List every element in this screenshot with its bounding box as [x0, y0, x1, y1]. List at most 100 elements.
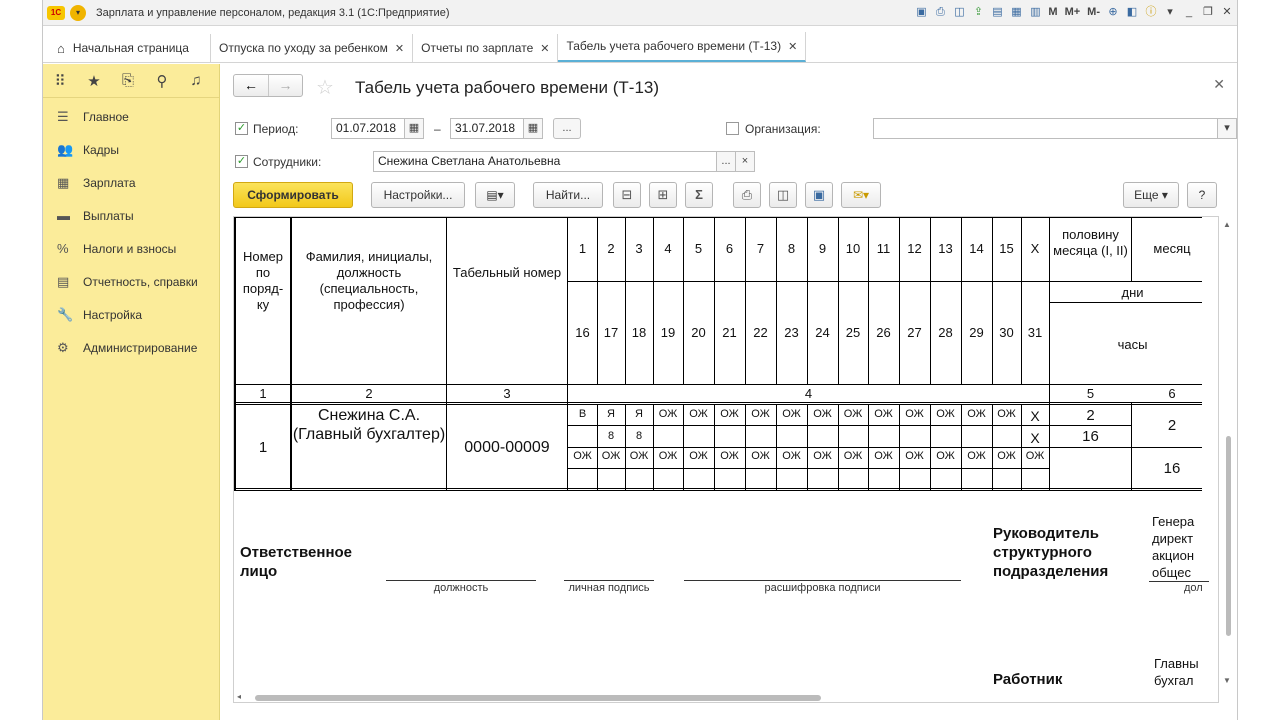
tab-timesheet[interactable]: Табель учета рабочего времени (Т-13) ✕ [558, 32, 807, 62]
sidebar-item-payments[interactable]: ▬ Выплаты [43, 199, 219, 232]
generate-button[interactable]: Сформировать [233, 182, 353, 208]
settings-button[interactable]: Настройки... [371, 182, 465, 208]
sidebar-item-taxes[interactable]: % Налоги и взносы [43, 232, 219, 265]
period-checkbox[interactable]: ✓ [235, 122, 248, 135]
people-icon: 👥 [57, 141, 74, 157]
print-icon[interactable]: ⎙ [733, 182, 761, 208]
favorites-star-icon[interactable]: ★ [77, 72, 111, 90]
day-header: 3 [635, 241, 643, 256]
save-icon[interactable]: ▣ [805, 182, 833, 208]
minimize-icon[interactable]: _ [1181, 4, 1197, 20]
period-to-field[interactable]: 31.07.2018 [450, 118, 524, 139]
print-icon[interactable]: ⎙ [932, 4, 948, 20]
reports-icon: ▤ [57, 273, 70, 289]
sidebar-item-salary[interactable]: ▦ Зарплата [43, 166, 219, 199]
horizontal-scrollbar[interactable]: ◂ [233, 692, 1219, 704]
table-icon[interactable]: ▥ [1027, 4, 1043, 20]
collapse-icon[interactable]: ⊟ [613, 182, 641, 208]
timesheet-mark: ОЖ [813, 408, 832, 420]
search-icon[interactable]: ⚲ [145, 72, 179, 90]
employee-tab-number: 0000-00009 [464, 439, 550, 456]
period-from-field[interactable]: 01.07.2018 [331, 118, 405, 139]
period-dash: – [434, 122, 441, 136]
day-header: 5 [694, 241, 703, 256]
timesheet-mark: ОЖ [905, 408, 924, 420]
clear-icon[interactable]: ✕ [1236, 118, 1237, 139]
period-select-button[interactable]: ... [553, 118, 581, 139]
title-bar: 1С ▾ Зарплата и управление персоналом, р… [43, 0, 1237, 26]
timesheet-mark: ОЖ [967, 450, 986, 462]
close-icon[interactable]: ✕ [1219, 4, 1235, 20]
bell-icon[interactable]: ♫ [179, 72, 213, 89]
preview-icon[interactable]: ◫ [951, 4, 967, 20]
restore-icon[interactable]: ❐ [1200, 4, 1216, 20]
timesheet-mark: ОЖ [782, 450, 801, 462]
report-sheet[interactable]: Номер по поряд- ку Фамилия, инициалы, до… [233, 216, 1219, 703]
apps-grid-icon[interactable]: ⠿ [43, 72, 77, 90]
preview-icon[interactable]: ◫ [769, 182, 797, 208]
info-icon[interactable]: ⓘ [1143, 4, 1159, 20]
more-button[interactable]: ... [716, 151, 736, 172]
close-tab-icon[interactable]: ✕ [395, 42, 404, 55]
memory-minus-icon[interactable]: M- [1085, 4, 1102, 20]
timesheet-mark: ОЖ [601, 450, 621, 462]
employee-name: Снежина С.А. (Главный бухгалтер) [292, 407, 446, 443]
back-icon[interactable]: ← [234, 75, 268, 96]
scroll-up-icon[interactable]: ▲ [1223, 220, 1231, 229]
sidebar-item-settings[interactable]: 🔧 Настройка [43, 298, 219, 331]
day-header: X [1030, 241, 1040, 256]
main-menu-icon[interactable]: ▾ [70, 4, 86, 21]
panel-icon[interactable]: ◧ [1124, 4, 1140, 20]
save-icon[interactable]: ▣ [913, 4, 929, 20]
day-header: 9 [818, 241, 827, 256]
email-dropdown-icon[interactable]: ✉▾ [841, 182, 881, 208]
tab-label: Отчеты по зарплате [421, 41, 534, 55]
upload-icon[interactable]: ⇪ [970, 4, 986, 20]
app-window: 1С ▾ Зарплата и управление персоналом, р… [42, 0, 1238, 720]
employees-checkbox[interactable]: ✓ [235, 155, 248, 168]
organization-field[interactable] [873, 118, 1219, 139]
close-form-icon[interactable]: ✕ [1213, 76, 1225, 93]
sidebar-item-admin[interactable]: ⚙ Администрирование [43, 331, 219, 364]
close-tab-icon[interactable]: ✕ [788, 40, 797, 53]
more-dropdown-button[interactable]: Еще ▾ [1123, 182, 1179, 208]
favorite-star-icon[interactable]: ☆ [316, 75, 334, 100]
sidebar-item-reports[interactable]: ▤ Отчетность, справки [43, 265, 219, 298]
zoom-icon[interactable]: ⊕ [1105, 4, 1121, 20]
help-button[interactable]: ? [1187, 182, 1217, 208]
sidebar-item-main[interactable]: ☰ Главное [43, 100, 219, 133]
sidebar-item-label: Главное [83, 109, 129, 124]
day-header: 28 [938, 325, 953, 340]
tab-home[interactable]: ⌂ Начальная страница [43, 34, 211, 62]
calendar-icon[interactable]: ▦ [1008, 4, 1024, 20]
organization-checkbox[interactable] [726, 122, 739, 135]
forward-icon[interactable]: → [268, 75, 302, 96]
scroll-down-icon[interactable]: ▼ [1223, 676, 1231, 685]
tab-childcare-leave[interactable]: Отпуска по уходу за ребенком ✕ [211, 34, 414, 62]
menu-down-icon[interactable]: ▾ [1162, 4, 1178, 20]
variants-dropdown-icon[interactable]: ▤▾ [475, 182, 515, 208]
head-position-text: Генера директ акцион общес [1152, 514, 1195, 580]
calendar-icon[interactable]: ▦ [404, 118, 424, 139]
attach-icon[interactable]: ▤ [989, 4, 1005, 20]
find-button[interactable]: Найти... [533, 182, 603, 208]
position-caption: должность [433, 582, 489, 594]
calendar-icon[interactable]: ▦ [523, 118, 543, 139]
scroll-left-icon[interactable]: ◂ [237, 692, 241, 701]
tab-salary-reports[interactable]: Отчеты по зарплате ✕ [413, 34, 559, 62]
history-icon[interactable]: ⎘ [111, 72, 145, 89]
memory-plus-icon[interactable]: M+ [1063, 4, 1083, 20]
timesheet-mark: ОЖ [689, 450, 708, 462]
employees-field[interactable]: Снежина Светлана Анатольевна [373, 151, 717, 172]
expand-icon[interactable]: ⊞ [649, 182, 677, 208]
clear-icon[interactable]: × [735, 151, 755, 172]
sum-button[interactable]: Σ [685, 182, 713, 208]
sidebar-item-hr[interactable]: 👥 Кадры [43, 133, 219, 166]
dropdown-icon[interactable]: ▾ [1217, 118, 1237, 139]
timesheet-mark: ОЖ [658, 450, 678, 462]
memory-icon[interactable]: M [1046, 4, 1059, 20]
vertical-scrollbar[interactable]: ▲ ▼ [1221, 216, 1235, 703]
header-month: месяц [1153, 241, 1191, 256]
close-tab-icon[interactable]: ✕ [540, 42, 549, 55]
head-label: Руководитель структурного подразделения [993, 525, 1109, 580]
